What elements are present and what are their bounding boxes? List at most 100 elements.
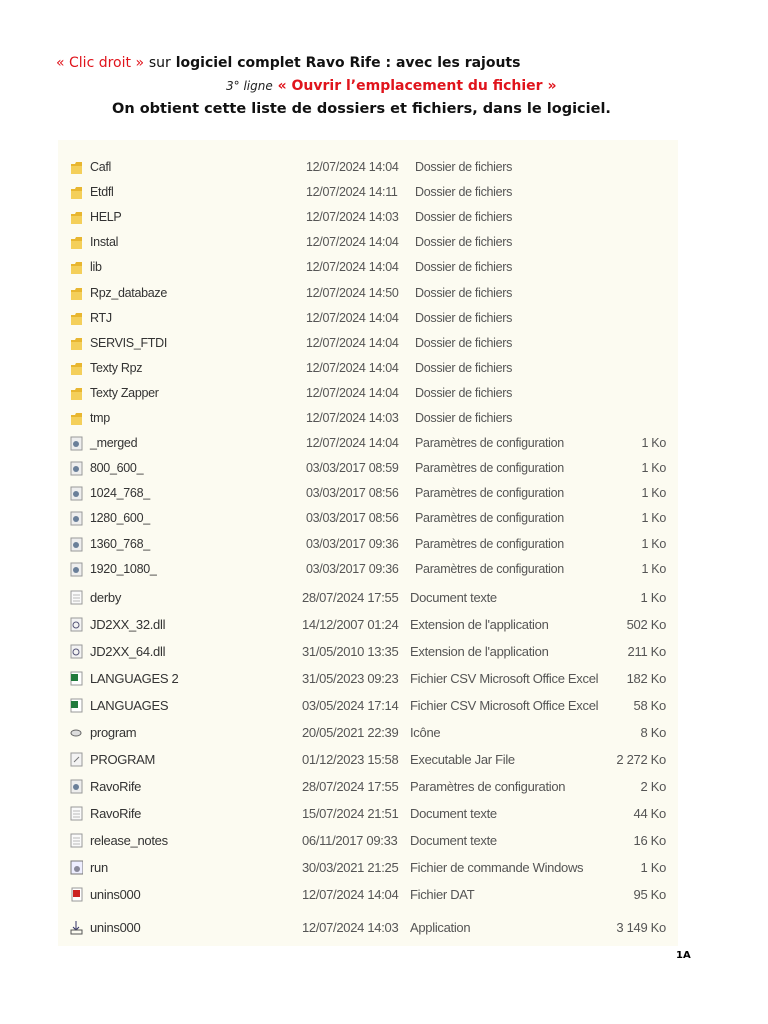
file-name: unins000	[90, 887, 141, 902]
file-date: 06/11/2017 09:33	[302, 833, 398, 848]
file-type: Executable Jar File	[410, 752, 515, 767]
file-date: 03/03/2017 09:36	[306, 561, 399, 576]
file-type: Paramètres de configuration	[415, 561, 564, 576]
file-row[interactable]: LANGUAGES 2 31/05/2023 09:23 Fichier CSV…	[58, 668, 678, 690]
file-row[interactable]: 800_600_ 03/03/2017 08:59 Paramètres de …	[58, 458, 678, 480]
file-name: _merged	[90, 436, 138, 451]
file-row[interactable]: RavoRife 15/07/2024 21:51 Document texte…	[58, 803, 678, 825]
file-size: 1 Ko	[641, 536, 666, 551]
file-type: Fichier CSV Microsoft Office Excel	[410, 698, 599, 713]
file-type: Application	[410, 920, 471, 935]
file-row[interactable]: 1024_768_ 03/03/2017 08:56 Paramètres de…	[58, 483, 678, 505]
file-name: Texty Rpz	[90, 360, 143, 375]
file-date: 01/12/2023 15:58	[302, 752, 399, 767]
file-row[interactable]: JD2XX_64.dll 31/05/2010 13:35 Extension …	[58, 641, 678, 663]
file-type: Extension de l'application	[410, 644, 549, 659]
file-row[interactable]: _merged 12/07/2024 14:04 Paramètres de c…	[58, 433, 678, 455]
file-type: Dossier de fichiers	[415, 360, 513, 375]
file-row[interactable]: RTJ 12/07/2024 14:04 Dossier de fichiers	[58, 308, 678, 330]
file-row[interactable]: Instal 12/07/2024 14:04 Dossier de fichi…	[58, 232, 678, 254]
file-row[interactable]: SERVIS_FTDI 12/07/2024 14:04 Dossier de …	[58, 333, 678, 355]
file-date: 12/07/2024 14:11	[306, 185, 398, 200]
file-row[interactable]: program 20/05/2021 22:39 Icône 8 Ko	[58, 722, 678, 744]
file-date: 03/03/2017 08:56	[306, 511, 399, 526]
folder-icon	[70, 311, 83, 326]
file-row[interactable]: LANGUAGES 03/05/2024 17:14 Fichier CSV M…	[58, 695, 678, 717]
file-name: PROGRAM	[90, 752, 156, 767]
file-name: release_notes	[90, 833, 168, 848]
ico-icon	[70, 725, 83, 740]
file-date: 03/05/2024 17:14	[302, 698, 399, 713]
folder-icon	[70, 210, 83, 225]
file-size: 3 149 Ko	[616, 920, 666, 935]
file-row[interactable]: unins000 12/07/2024 14:04 Fichier DAT 95…	[58, 884, 678, 906]
config-icon	[70, 436, 83, 451]
file-row[interactable]: JD2XX_32.dll 14/12/2007 01:24 Extension …	[58, 614, 678, 636]
file-date: 31/05/2023 09:23	[302, 671, 399, 686]
file-name: program	[90, 725, 137, 740]
folder-icon	[70, 185, 83, 200]
folder-icon	[70, 361, 83, 376]
file-name: JD2XX_64.dll	[90, 644, 166, 659]
file-row[interactable]: 1360_768_ 03/03/2017 09:36 Paramètres de…	[58, 534, 678, 556]
file-date: 14/12/2007 01:24	[302, 617, 399, 632]
file-row[interactable]: RavoRife 28/07/2024 17:55 Paramètres de …	[58, 776, 678, 798]
file-size: 1 Ko	[641, 511, 666, 526]
file-date: 12/07/2024 14:50	[306, 285, 399, 300]
file-date: 31/05/2010 13:35	[302, 644, 399, 659]
file-row[interactable]: derby 28/07/2024 17:55 Document texte 1 …	[58, 587, 678, 609]
file-row[interactable]: Rpz_databaze 12/07/2024 14:50 Dossier de…	[58, 283, 678, 305]
file-type: Paramètres de configuration	[415, 486, 564, 501]
instruction-text: logiciel complet Ravo Rife : avec les ra…	[175, 55, 521, 71]
file-size: 182 Ko	[626, 671, 667, 686]
dll-icon	[70, 617, 83, 632]
file-size: 211 Ko	[627, 644, 667, 659]
file-type: Paramètres de configuration	[415, 461, 564, 476]
file-name: derby	[90, 590, 122, 605]
config-icon	[70, 537, 83, 552]
folder-icon	[70, 411, 83, 426]
file-type: Document texte	[410, 590, 497, 605]
text-icon	[70, 806, 83, 821]
file-size: 58 Ko	[633, 698, 667, 713]
file-name: LANGUAGES 2	[90, 671, 179, 686]
file-row[interactable]: release_notes 06/11/2017 09:33 Document …	[58, 830, 678, 852]
config-icon	[70, 461, 83, 476]
file-date: 12/07/2024 14:04	[306, 335, 399, 350]
file-type: Dossier de fichiers	[415, 260, 513, 275]
file-date: 12/07/2024 14:04	[306, 260, 399, 275]
instruction-line-3: On obtient cette liste de dossiers et fi…	[112, 101, 611, 117]
file-date: 20/05/2021 22:39	[302, 725, 399, 740]
file-row[interactable]: 1920_1080_ 03/03/2017 09:36 Paramètres d…	[58, 559, 678, 581]
file-row[interactable]: unins000 12/07/2024 14:03 Application 3 …	[58, 917, 678, 939]
file-size: 2 272 Ko	[616, 752, 666, 767]
file-row[interactable]: Texty Rpz 12/07/2024 14:04 Dossier de fi…	[58, 358, 678, 380]
file-type: Dossier de fichiers	[415, 335, 513, 350]
file-name: 1920_1080_	[90, 561, 157, 576]
file-date: 12/07/2024 14:04	[306, 360, 399, 375]
file-type: Dossier de fichiers	[415, 310, 513, 325]
file-row[interactable]: Cafl 12/07/2024 14:04 Dossier de fichier…	[58, 157, 678, 179]
config-icon	[70, 511, 83, 526]
file-row[interactable]: PROGRAM 01/12/2023 15:58 Executable Jar …	[58, 749, 678, 771]
file-name: HELP	[90, 210, 122, 225]
file-size: 1 Ko	[641, 436, 666, 451]
file-date: 12/07/2024 14:03	[306, 411, 399, 425]
folder-icon	[70, 260, 83, 275]
file-row[interactable]: lib 12/07/2024 14:04 Dossier de fichiers	[58, 257, 678, 279]
file-row[interactable]: Etdfl 12/07/2024 14:11 Dossier de fichie…	[58, 182, 678, 204]
file-date: 12/07/2024 14:03	[302, 920, 399, 935]
instruction-line-2: 3° ligne « Ouvrir l’emplacement du fichi…	[226, 78, 557, 94]
line-prefix: 3° ligne	[226, 79, 273, 93]
open-location-label: « Ouvrir l’emplacement du fichier »	[277, 78, 557, 94]
file-row[interactable]: tmp 12/07/2024 14:03 Dossier de fichiers	[58, 408, 678, 430]
file-row[interactable]: run 30/03/2021 21:25 Fichier de commande…	[58, 857, 678, 879]
file-row[interactable]: Texty Zapper 12/07/2024 14:04 Dossier de…	[58, 383, 678, 405]
file-type: Paramètres de configuration	[415, 436, 564, 451]
file-row[interactable]: 1280_600_ 03/03/2017 08:56 Paramètres de…	[58, 508, 678, 530]
file-date: 03/03/2017 09:36	[306, 536, 399, 551]
file-type: Dossier de fichiers	[415, 411, 513, 425]
installer-icon	[70, 920, 83, 935]
file-name: 1024_768_	[90, 486, 150, 501]
file-row[interactable]: HELP 12/07/2024 14:03 Dossier de fichier…	[58, 207, 678, 229]
